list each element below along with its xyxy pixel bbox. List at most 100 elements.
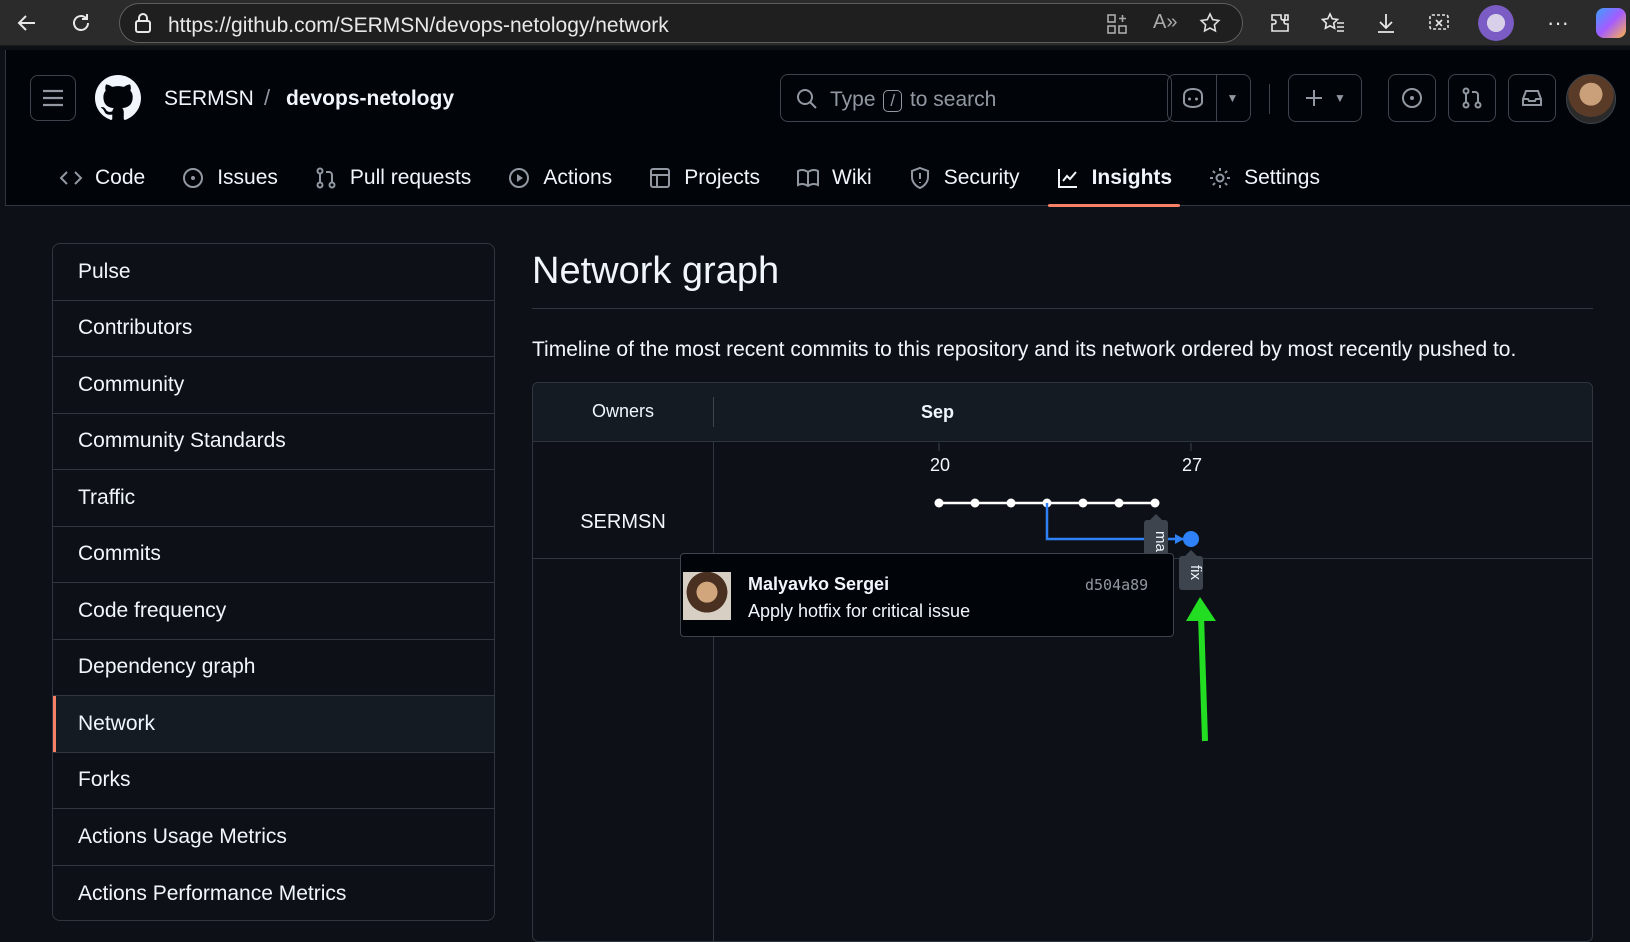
copilot-icon[interactable] [1596, 8, 1626, 38]
tab-label: Settings [1244, 166, 1320, 189]
inbox-icon [1522, 90, 1542, 106]
tab-issues[interactable]: Issues [163, 150, 296, 206]
tab-label: Security [943, 166, 1020, 189]
branch-label-fix[interactable]: fix [1187, 565, 1204, 581]
menu-button[interactable] [30, 75, 76, 121]
repo-nav: Code Issues Pull requests Actions Projec… [41, 150, 1338, 207]
extensions-icon[interactable] [1265, 8, 1295, 38]
commit-tooltip: Malyavko Sergei d504a89 Apply hotfix for… [680, 553, 1174, 637]
code-icon [59, 171, 83, 185]
create-new-button[interactable]: ▼ [1288, 74, 1362, 122]
tab-actions[interactable]: Actions [489, 150, 630, 206]
lock-icon [134, 13, 152, 38]
tab-settings[interactable]: Settings [1190, 150, 1338, 206]
header-divider [1269, 84, 1270, 114]
annotation-arrow-icon [1198, 614, 1208, 742]
search-input[interactable]: Type / to search [780, 74, 1172, 122]
branch-head-dot[interactable] [1183, 531, 1199, 547]
address-bar[interactable]: https://github.com/SERMSN/devops-netolog… [119, 3, 1243, 43]
hamburger-icon [43, 89, 63, 107]
branch-label-pointer [1185, 550, 1197, 556]
refresh-icon[interactable] [66, 8, 96, 38]
annotation-arrowhead-icon [1186, 597, 1216, 621]
app-grid-icon[interactable] [1105, 12, 1129, 41]
chevron-down-icon: ▼ [1334, 91, 1346, 105]
pull-request-icon [316, 167, 336, 189]
table-icon [650, 168, 671, 188]
commit-dot[interactable] [934, 498, 944, 508]
url-text: https://github.com/SERMSN/devops-netolog… [168, 14, 669, 37]
page-description: Timeline of the most recent commits to t… [532, 338, 1517, 361]
tab-wiki[interactable]: Wiki [778, 150, 890, 206]
profile-avatar[interactable] [1478, 5, 1514, 41]
pull-request-icon [1462, 87, 1482, 109]
insights-sidebar: Pulse Contributors Community Community S… [52, 243, 495, 921]
tab-label: Code [95, 166, 146, 189]
tab-projects[interactable]: Projects [630, 150, 778, 206]
book-icon [797, 168, 820, 188]
page-title: Network graph [532, 250, 780, 292]
sidebar-item-actions-performance-metrics[interactable]: Actions Performance Metrics [53, 866, 494, 921]
commit-dot[interactable] [1114, 498, 1124, 508]
tab-pull-requests[interactable]: Pull requests [296, 150, 489, 206]
tab-code[interactable]: Code [41, 150, 163, 206]
commit-message: Apply hotfix for critical issue [748, 601, 971, 621]
inbox-button[interactable] [1508, 74, 1556, 122]
commit-author-avatar [683, 572, 731, 620]
commit-author: Malyavko Sergei [748, 574, 890, 594]
user-avatar[interactable] [1566, 74, 1616, 124]
tab-insights[interactable]: Insights [1038, 150, 1191, 207]
commit-dot[interactable] [970, 498, 980, 508]
favorites-icon[interactable] [1318, 8, 1348, 38]
back-icon[interactable] [12, 8, 42, 38]
commit-dot[interactable] [1006, 498, 1016, 508]
path-separator: / [264, 85, 271, 110]
graph-icon [1057, 169, 1077, 188]
browser-toolbar: https://github.com/SERMSN/devops-netolog… [0, 0, 1630, 46]
sidebar-item-network[interactable]: Network [53, 696, 494, 753]
search-placeholder: Type / to search [830, 88, 997, 112]
plus-icon [1306, 90, 1323, 106]
sidebar-item-forks[interactable]: Forks [53, 753, 494, 809]
network-graph[interactable]: Owners Sep SERMSN 20 27 ma fix [532, 382, 1593, 942]
tab-security[interactable]: Security [890, 150, 1038, 206]
favorite-star-icon[interactable] [1198, 11, 1222, 40]
sidebar-item-contributors[interactable]: Contributors [53, 301, 494, 357]
branch-label-pointer [1150, 514, 1162, 520]
commit-sha[interactable]: d504a89 [1085, 576, 1148, 594]
read-aloud-icon[interactable]: A» [1153, 11, 1177, 34]
commit-dot[interactable] [1150, 498, 1160, 508]
sidebar-item-actions-usage-metrics[interactable]: Actions Usage Metrics [53, 809, 494, 866]
commit-dot[interactable] [1078, 498, 1088, 508]
sidebar-item-pulse[interactable]: Pulse [53, 244, 494, 301]
sidebar-item-traffic[interactable]: Traffic [53, 470, 494, 527]
issues-button[interactable] [1388, 74, 1436, 122]
title-divider [532, 308, 1593, 309]
search-icon [795, 87, 819, 116]
tab-label: Projects [684, 166, 761, 189]
sidebar-item-code-frequency[interactable]: Code frequency [53, 583, 494, 640]
copilot-button[interactable]: ▼ [1167, 74, 1251, 122]
more-options-icon[interactable]: ··· [1543, 8, 1573, 38]
copilot-icon [1182, 87, 1203, 109]
sidebar-item-community-standards[interactable]: Community Standards [53, 414, 494, 470]
screenshot-icon[interactable] [1424, 8, 1454, 38]
gear-icon [1210, 168, 1231, 188]
repo-link[interactable]: devops-netology [286, 87, 454, 111]
tab-label: Pull requests [349, 166, 472, 189]
play-icon [509, 168, 530, 188]
download-icon[interactable] [1371, 8, 1401, 38]
pull-requests-button[interactable] [1448, 74, 1496, 122]
sidebar-item-dependency-graph[interactable]: Dependency graph [53, 640, 494, 696]
search-shortcut-key: / [883, 90, 903, 112]
tab-label: Actions [543, 166, 613, 189]
owner-link[interactable]: SERMSN [164, 87, 254, 111]
branch-label-main[interactable]: ma [1152, 531, 1169, 552]
tab-label: Insights [1091, 166, 1173, 189]
sidebar-item-commits[interactable]: Commits [53, 527, 494, 583]
chevron-down-icon[interactable]: ▼ [1227, 91, 1239, 105]
issue-icon [1402, 88, 1422, 108]
github-logo-icon[interactable] [95, 75, 141, 126]
commit-graph-canvas: ma fix [934, 443, 1216, 742]
sidebar-item-community[interactable]: Community [53, 357, 494, 414]
